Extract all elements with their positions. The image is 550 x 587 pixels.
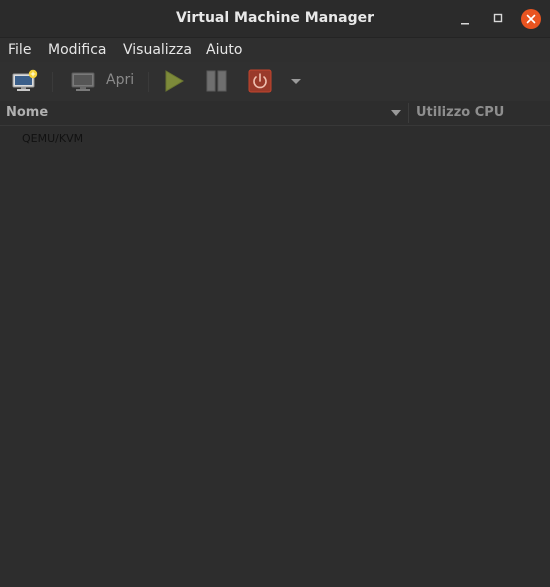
connection-list[interactable]: QEMU/KVM — [0, 126, 550, 587]
pause-icon — [206, 70, 227, 92]
menu-bar: File Modifica Visualizza Aiuto — [0, 38, 550, 62]
shutdown-menu-button[interactable] — [286, 68, 306, 94]
column-divider[interactable] — [408, 103, 409, 123]
list-item[interactable]: QEMU/KVM — [0, 128, 550, 150]
maximize-button[interactable] — [487, 8, 509, 30]
toolbar-separator — [52, 72, 53, 92]
new-vm-button[interactable] — [11, 68, 39, 94]
column-headers: Nome Utilizzo CPU — [0, 101, 550, 126]
column-header-cpu-usage[interactable]: Utilizzo CPU — [416, 105, 504, 120]
menu-visualizza[interactable]: Visualizza — [123, 42, 192, 58]
minimize-button[interactable] — [454, 8, 476, 30]
open-button[interactable]: Apri — [69, 68, 139, 94]
maximize-icon — [493, 13, 503, 23]
menu-file[interactable]: File — [8, 42, 31, 58]
minimize-icon — [461, 23, 469, 25]
connection-label: QEMU/KVM — [22, 132, 84, 145]
new-vm-icon — [12, 69, 38, 91]
close-icon — [521, 9, 541, 29]
menu-aiuto[interactable]: Aiuto — [206, 42, 242, 58]
chevron-down-icon — [291, 79, 301, 84]
open-button-label: Apri — [106, 72, 135, 88]
pause-button[interactable] — [203, 68, 231, 94]
menu-modifica[interactable]: Modifica — [48, 42, 107, 58]
monitor-icon — [71, 72, 95, 91]
column-header-name[interactable]: Nome — [6, 105, 48, 120]
virtual-machine-manager-window: Virtual Machine Manager File Modifica Vi… — [0, 0, 550, 587]
shutdown-button[interactable] — [246, 68, 274, 94]
run-button[interactable] — [160, 68, 188, 94]
title-bar: Virtual Machine Manager — [0, 0, 550, 38]
toolbar-separator — [148, 72, 149, 92]
toolbar: Apri — [0, 62, 550, 102]
sort-down-icon — [391, 110, 401, 116]
play-icon — [165, 70, 184, 92]
power-icon — [248, 69, 272, 93]
close-button[interactable] — [520, 8, 542, 30]
